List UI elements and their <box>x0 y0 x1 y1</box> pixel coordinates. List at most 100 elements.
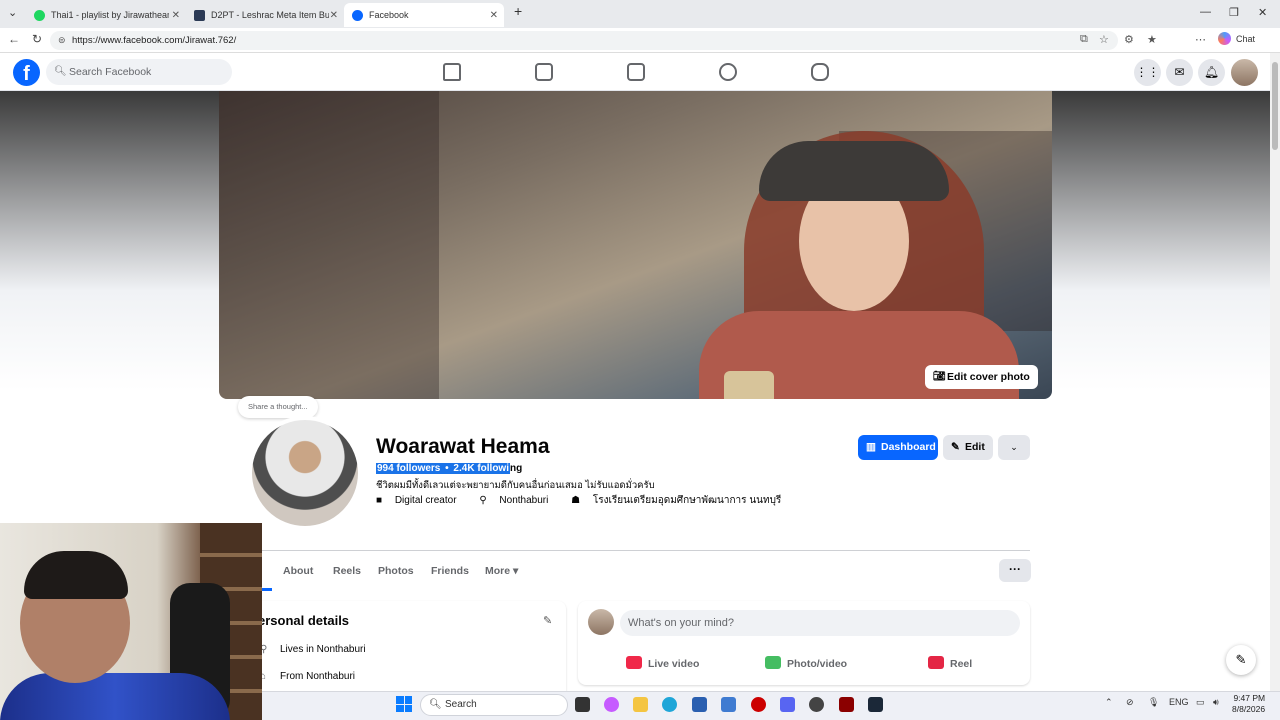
detail-text: Lives in Nonthaburi <box>280 644 366 655</box>
extensions-icon[interactable]: ⚙ <box>1124 33 1134 46</box>
home-icon[interactable] <box>443 63 461 81</box>
detail-from: ⌂ From Nonthaburi <box>260 671 355 682</box>
taskbar-search[interactable]: 🔍︎ Search <box>420 694 568 716</box>
composer-avatar[interactable] <box>588 609 614 635</box>
close-tab-icon[interactable]: ✕ <box>330 10 338 21</box>
location-pin-icon: ⚲ <box>479 495 490 506</box>
address-bar: ← ↻ ⊜ https://www.facebook.com/Jirawat.7… <box>0 28 1280 74</box>
search-placeholder: Search Facebook <box>69 66 152 78</box>
account-avatar[interactable] <box>1231 59 1258 86</box>
app-available-icon[interactable]: ⧉ <box>1080 33 1088 46</box>
close-tab-icon[interactable]: ✕ <box>490 10 498 21</box>
tray-chevron-icon[interactable]: ⌃ <box>1105 697 1113 708</box>
messenger-icon[interactable]: ✉ <box>1166 59 1193 86</box>
discord-icon[interactable] <box>780 697 795 712</box>
cover-figure-cap <box>759 141 949 201</box>
photo-video-button[interactable]: Photo/video <box>765 656 847 670</box>
copilot-app-icon[interactable] <box>604 697 619 712</box>
new-message-compose-button[interactable]: ✎ <box>1226 645 1256 675</box>
language-indicator[interactable]: ENG <box>1169 697 1189 707</box>
edit-cover-photo-button[interactable]: 📷︎ Edit cover photo <box>925 365 1038 389</box>
network-off-icon[interactable]: ⊘ <box>1126 697 1134 708</box>
tab-reels[interactable]: Reels <box>333 565 361 577</box>
tab-more-label: More <box>485 565 511 577</box>
file-explorer-icon[interactable] <box>633 697 648 712</box>
profile-dropdown-button[interactable]: ⌄ <box>998 435 1030 460</box>
restore-icon[interactable]: ❐ <box>1229 6 1239 19</box>
live-video-button[interactable]: Live video <box>626 656 699 670</box>
profile-more-options-button[interactable]: ··· <box>999 559 1031 582</box>
windows-start-icon[interactable] <box>396 696 412 712</box>
groups-icon[interactable] <box>719 63 737 81</box>
webcam-person-shirt <box>0 673 230 720</box>
copilot-chat-button[interactable]: Chat <box>1218 32 1255 45</box>
favorite-star-icon[interactable]: ☆ <box>1099 33 1109 46</box>
intro-text: Digital creator <box>394 495 457 506</box>
obs-icon[interactable] <box>809 697 824 712</box>
minimize-icon[interactable]: — <box>1200 6 1211 18</box>
followers-link[interactable]: 994 followers <box>376 463 442 474</box>
reel-button[interactable]: Reel <box>928 656 972 670</box>
task-view-icon[interactable] <box>575 697 590 712</box>
facebook-search-input[interactable]: 🔍︎ Search Facebook <box>46 59 232 85</box>
notifications-bell-icon[interactable]: 🔔︎ <box>1198 59 1225 86</box>
intro-text: Nonthaburi <box>499 495 549 506</box>
tab-facebook[interactable]: Facebook ✕ <box>344 3 504 27</box>
edit-details-pencil-icon[interactable]: ✎ <box>543 614 552 627</box>
action-label: Reel <box>950 658 973 670</box>
close-tab-icon[interactable]: ✕ <box>172 10 180 21</box>
profile-picture[interactable] <box>248 416 362 530</box>
gaming-icon[interactable] <box>811 63 829 81</box>
favorites-icon[interactable]: ★ <box>1147 33 1157 46</box>
microphone-icon[interactable]: 🎙︎ <box>1148 697 1159 708</box>
dashboard-label: Dashboard <box>881 441 936 453</box>
tab-friends[interactable]: Friends <box>431 565 469 577</box>
edge-icon[interactable] <box>662 697 677 712</box>
record-app-icon[interactable] <box>751 697 766 712</box>
tab-list-chevron-icon[interactable]: ⌄ <box>8 6 17 19</box>
menu-grid-icon[interactable]: ⋮⋮ <box>1134 59 1161 86</box>
dota-icon[interactable] <box>839 697 854 712</box>
new-tab-button[interactable]: + <box>514 3 522 19</box>
following-link-tail[interactable]: ng <box>510 463 522 474</box>
more-options-icon[interactable]: ⋯ <box>1195 33 1206 46</box>
browser-tab-strip: ⌄ Thai1 - playlist by Jirawatheama | S ✕… <box>0 0 1280 28</box>
window-close-icon[interactable]: ✕ <box>1258 6 1267 19</box>
edit-profile-button[interactable]: ✎ Edit <box>943 435 993 460</box>
taskbar-search-label: Search <box>445 699 477 710</box>
tab-spotify[interactable]: Thai1 - playlist by Jirawatheama | S ✕ <box>26 3 186 27</box>
volume-icon[interactable]: 🔊︎ <box>1213 697 1219 708</box>
marketplace-icon[interactable] <box>627 63 645 81</box>
taskbar-clock[interactable]: 9:47 PM 8/8/2026 <box>1232 693 1265 715</box>
facebook-top-nav: f 🔍︎ Search Facebook ⋮⋮ ✉ 🔔︎ <box>0 53 1270 91</box>
intro-item-school[interactable]: ☗ โรงเรียนเตรียมอุดมศึกษาพัฒนาการ นนทบุร… <box>571 495 791 506</box>
video-icon[interactable] <box>535 63 553 81</box>
tab-label: Thai1 - playlist by Jirawatheama | S <box>51 10 169 20</box>
action-label: Photo/video <box>787 658 848 670</box>
store-icon[interactable] <box>692 697 707 712</box>
back-icon[interactable]: ← <box>8 32 20 46</box>
whats-on-your-mind-input[interactable]: What's on your mind? <box>620 610 1020 636</box>
reload-icon[interactable]: ↻ <box>32 32 42 46</box>
tab-about[interactable]: About <box>283 565 313 577</box>
tab-d2pt[interactable]: D2PT - Leshrac Meta Item Builds & ✕ <box>186 3 344 27</box>
mail-icon[interactable] <box>721 697 736 712</box>
dashboard-button[interactable]: ▥ Dashboard <box>858 435 938 460</box>
tab-photos[interactable]: Photos <box>378 565 414 577</box>
share-thought-bubble[interactable]: Share a thought... <box>238 396 318 418</box>
following-link[interactable]: 2.4K followi <box>452 463 510 474</box>
cover-bubble-tea-cup <box>724 371 774 399</box>
facebook-logo[interactable]: f <box>13 59 40 86</box>
site-info-icon[interactable]: ⊜ <box>58 31 66 50</box>
detail-lives-in: ⚲ Lives in Nonthaburi <box>260 644 366 655</box>
display-icon[interactable]: ▭ <box>1196 697 1205 708</box>
url-field[interactable]: ⊜ https://www.facebook.com/Jirawat.762/ <box>50 31 1118 50</box>
intro-item-location[interactable]: ⚲ Nonthaburi <box>479 495 558 506</box>
search-icon: 🔍︎ <box>429 699 442 710</box>
reel-icon <box>928 656 944 669</box>
steam-icon[interactable] <box>868 697 883 712</box>
scrollbar-thumb[interactable] <box>1272 62 1278 150</box>
tab-more[interactable]: More ▾ <box>485 565 518 577</box>
d2pt-icon <box>194 9 205 21</box>
tab-label: Facebook <box>369 10 409 20</box>
